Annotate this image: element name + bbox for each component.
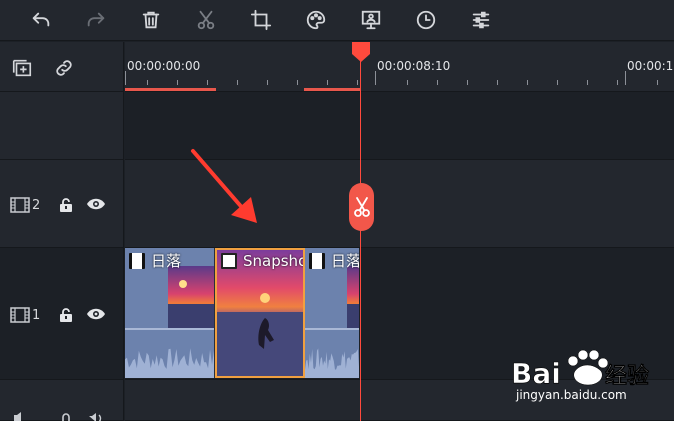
playhead-marker[interactable] — [352, 42, 370, 62]
video-clip[interactable]: 日落 — [305, 248, 359, 378]
add-track-icon[interactable] — [10, 56, 34, 80]
in-range-bar — [125, 88, 216, 91]
track-header-empty — [0, 92, 124, 160]
toolbar — [0, 0, 674, 41]
ruler-tick — [357, 80, 358, 85]
timecode-end: 00:00:1 — [627, 59, 674, 73]
adjust-sliders-icon[interactable] — [467, 6, 495, 34]
track-header-1: 1 — [0, 248, 124, 380]
film-icon — [10, 197, 30, 213]
delete-icon[interactable] — [137, 6, 165, 34]
clip-title: 日落 — [309, 250, 359, 271]
image-clip-selected[interactable]: Snapsho — [215, 248, 305, 378]
annotation-arrow — [191, 149, 257, 223]
ruler-tick — [177, 80, 178, 85]
film-icon — [10, 307, 30, 323]
track-header-tools — [0, 42, 124, 92]
track-number: 1 — [32, 308, 41, 323]
green-screen-icon[interactable] — [357, 6, 385, 34]
ruler-tick — [267, 80, 268, 85]
clip-thumbnail — [347, 266, 359, 328]
crop-icon[interactable] — [247, 6, 275, 34]
speaker-icon[interactable] — [88, 412, 104, 421]
ruler-tick — [327, 80, 328, 85]
audio-icon — [14, 412, 21, 421]
cut-icon[interactable] — [192, 6, 220, 34]
ruler-tick — [207, 80, 208, 85]
lock-icon[interactable] — [58, 197, 74, 213]
eye-icon[interactable] — [86, 306, 106, 322]
watermark-url: jingyan.baidu.com — [516, 388, 627, 402]
clip-title: 日落 — [129, 250, 181, 271]
scissors-icon — [353, 197, 370, 217]
watermark-brand: Bai — [511, 357, 561, 390]
track-header-audio — [0, 380, 124, 421]
ruler-major-tick — [125, 71, 126, 85]
ruler-tick — [557, 80, 558, 85]
ruler-tick — [587, 80, 588, 85]
redo-icon[interactable] — [82, 6, 110, 34]
out-range-bar — [304, 88, 360, 91]
ruler-tick — [497, 80, 498, 85]
audio-divider — [305, 328, 359, 330]
timecode-mid: 00:00:08:10 — [377, 59, 451, 73]
audio-waveform — [305, 348, 359, 378]
playhead-line[interactable] — [360, 58, 361, 421]
link-icon[interactable] — [52, 56, 76, 80]
timecode-start: 00:00:00:00 — [127, 59, 201, 73]
lock-icon[interactable] — [58, 307, 74, 323]
timeline-ruler[interactable]: 00:00:00:00 00:00:08:10 00:00:1 — [125, 42, 674, 92]
ruler-tick — [437, 80, 438, 85]
eye-icon[interactable] — [86, 196, 106, 212]
ruler-tick — [147, 80, 148, 85]
track-number: 2 — [32, 198, 41, 213]
audio-divider — [125, 328, 214, 330]
ruler-tick — [617, 80, 618, 85]
split-scissors-button[interactable] — [349, 183, 374, 231]
lock-icon[interactable] — [60, 413, 72, 421]
ruler-tick — [297, 80, 298, 85]
video-clip[interactable]: 日落 — [125, 248, 215, 378]
ruler-tick — [237, 80, 238, 85]
video-clip-icon — [129, 252, 145, 269]
watermark-brand2: 经验 — [605, 363, 649, 389]
audio-waveform — [125, 348, 214, 378]
ruler-tick — [657, 80, 658, 85]
ruler-tick — [407, 80, 408, 85]
ruler-tick — [467, 80, 468, 85]
undo-icon[interactable] — [27, 6, 55, 34]
ruler-major-tick — [375, 71, 376, 85]
track-header-2: 2 — [0, 160, 124, 248]
color-palette-icon[interactable] — [302, 6, 330, 34]
ruler-tick — [527, 80, 528, 85]
speed-clock-icon[interactable] — [412, 6, 440, 34]
ruler-major-tick — [625, 71, 626, 85]
clip-thumbnail — [168, 266, 214, 328]
image-clip-icon — [221, 253, 237, 269]
video-clip-icon — [309, 252, 325, 269]
clip-title: Snapsho — [221, 252, 303, 270]
